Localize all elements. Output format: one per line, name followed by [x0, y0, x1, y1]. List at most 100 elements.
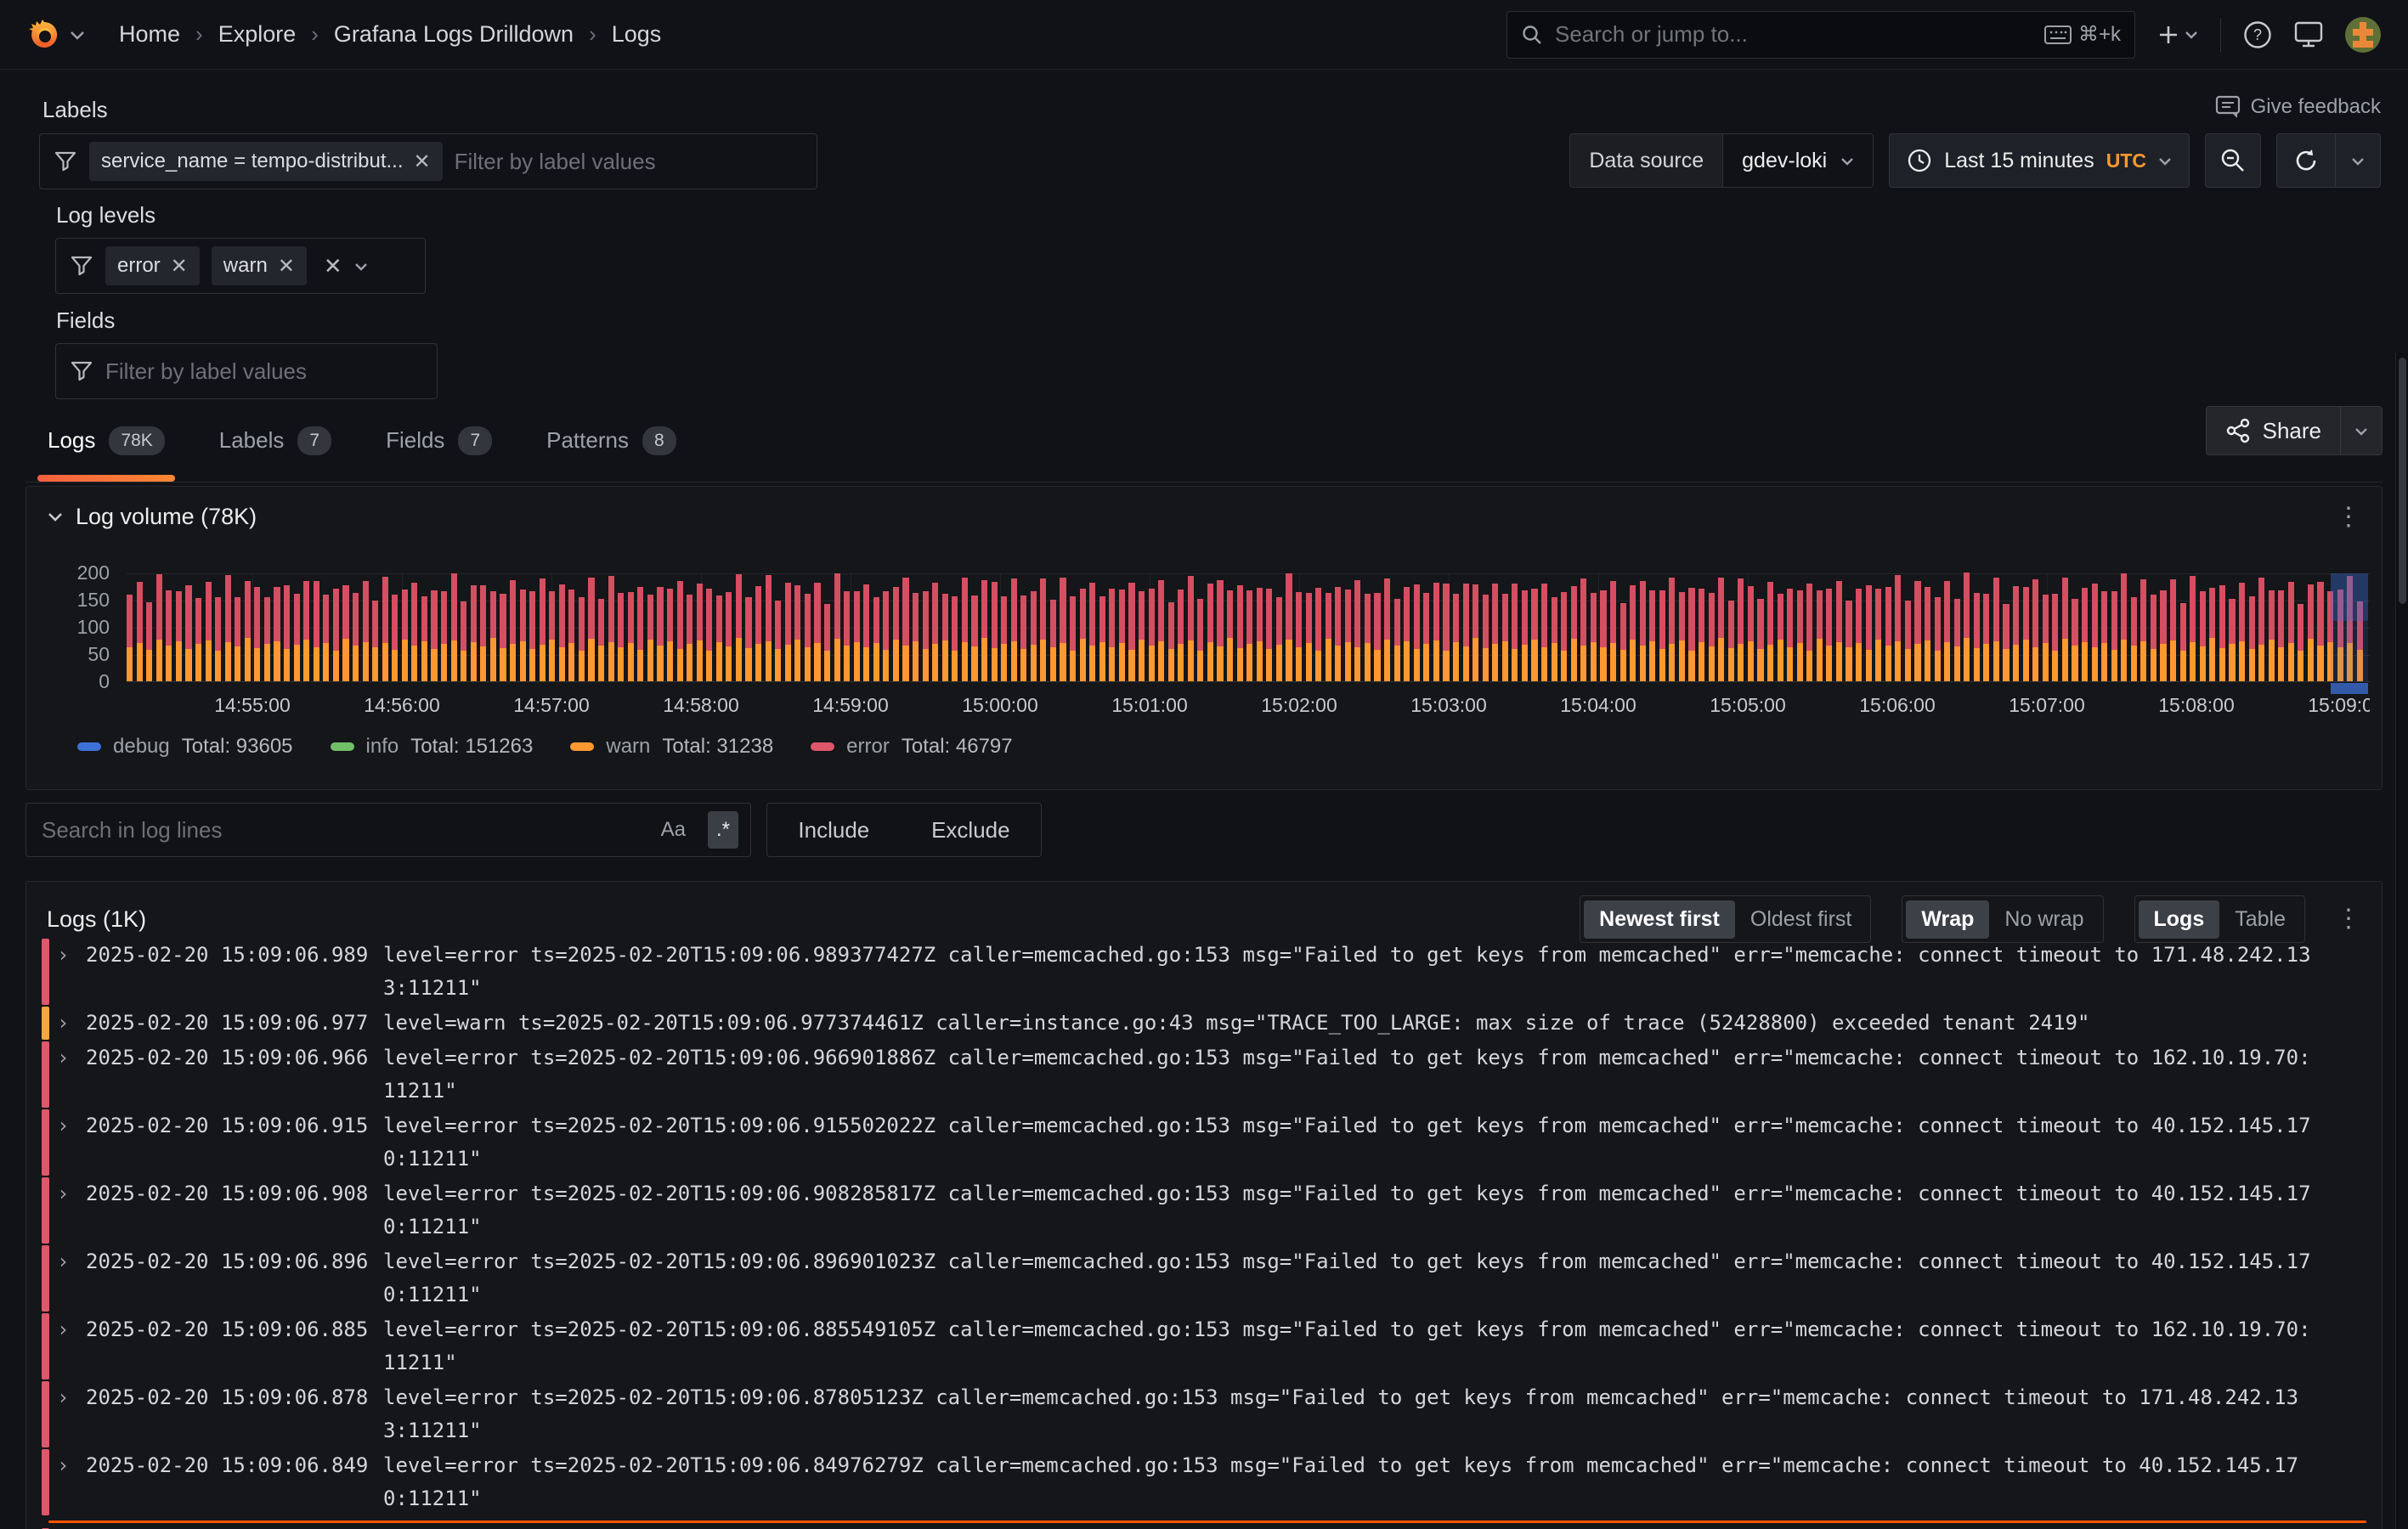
- log-volume-bar[interactable]: [2239, 583, 2245, 681]
- log-volume-bar[interactable]: [1993, 578, 1999, 681]
- log-volume-bar[interactable]: [687, 595, 692, 681]
- log-volume-bar[interactable]: [942, 594, 948, 681]
- log-volume-bar[interactable]: [1128, 583, 1134, 681]
- log-volume-bar[interactable]: [1738, 578, 1744, 681]
- expand-row-chevron-icon[interactable]: ›: [57, 939, 86, 1005]
- log-volume-bar[interactable]: [1414, 584, 1420, 681]
- log-row[interactable]: ›2025-02-20 15:09:06.849level=error ts=2…: [42, 1448, 2373, 1516]
- log-volume-bar[interactable]: [1306, 593, 1312, 681]
- log-volume-bar[interactable]: [1237, 585, 1243, 681]
- log-volume-bar[interactable]: [146, 602, 152, 681]
- logs-panel-menu-icon[interactable]: ⋮: [2336, 911, 2361, 928]
- log-volume-bar[interactable]: [363, 581, 369, 681]
- regex-button[interactable]: .*: [708, 811, 738, 849]
- log-volume-bar[interactable]: [1709, 593, 1715, 681]
- log-volume-bar[interactable]: [1630, 585, 1636, 681]
- log-volume-bar[interactable]: [1197, 599, 1203, 681]
- log-volume-bar[interactable]: [323, 595, 329, 681]
- log-volume-bar[interactable]: [441, 591, 447, 681]
- log-volume-bar[interactable]: [2013, 586, 2019, 681]
- log-volume-bar[interactable]: [1620, 603, 1626, 681]
- log-volume-bar[interactable]: [1914, 581, 1920, 681]
- log-volume-bar[interactable]: [1217, 580, 1223, 681]
- log-volume-bar[interactable]: [706, 589, 712, 681]
- log-volume-bar[interactable]: [1905, 601, 1911, 681]
- log-volume-bar[interactable]: [1119, 590, 1125, 681]
- log-volume-bar[interactable]: [1188, 576, 1194, 681]
- log-row[interactable]: ›2025-02-20 15:09:06.915level=error ts=2…: [42, 1109, 2373, 1176]
- breadcrumb-item[interactable]: Logs: [612, 21, 662, 48]
- log-volume-bar[interactable]: [1580, 578, 1586, 681]
- tab-fields[interactable]: Fields7: [386, 418, 492, 482]
- log-volume-bar[interactable]: [1640, 581, 1646, 681]
- log-volume-bar[interactable]: [510, 580, 516, 681]
- log-volume-bar[interactable]: [2288, 582, 2294, 681]
- log-volume-bar[interactable]: [176, 591, 182, 681]
- log-volume-bar[interactable]: [824, 604, 830, 682]
- log-volume-bar[interactable]: [2052, 594, 2058, 681]
- log-row[interactable]: ›2025-02-20 15:09:06.966level=error ts=2…: [42, 1041, 2373, 1109]
- log-volume-bar[interactable]: [1492, 584, 1498, 681]
- log-volume-bar[interactable]: [333, 589, 339, 681]
- avatar[interactable]: [2345, 17, 2381, 53]
- log-volume-bar[interactable]: [1983, 594, 1989, 681]
- log-volume-bar[interactable]: [1944, 581, 1950, 681]
- log-volume-bar[interactable]: [195, 598, 201, 681]
- log-volume-bar[interactable]: [1453, 594, 1459, 681]
- log-volume-bar[interactable]: [314, 581, 319, 681]
- log-volume-bar[interactable]: [1326, 593, 1331, 681]
- log-volume-bar[interactable]: [637, 587, 643, 681]
- log-volume-bar[interactable]: [2062, 578, 2068, 681]
- log-volume-bar[interactable]: [500, 594, 506, 681]
- log-volume-bar[interactable]: [1679, 592, 1685, 681]
- labels-filter-input[interactable]: service_name = tempo-distribut... ✕ Filt…: [39, 133, 817, 189]
- log-volume-bar[interactable]: [2209, 588, 2215, 681]
- log-volume-bar[interactable]: [1512, 584, 1518, 681]
- log-volume-bar[interactable]: [185, 585, 191, 681]
- log-row[interactable]: ›2025-02-20 15:09:06.977level=warn ts=20…: [42, 1006, 2373, 1041]
- log-volume-bar[interactable]: [1688, 588, 1694, 681]
- log-volume-bar[interactable]: [127, 595, 133, 681]
- log-volume-bar[interactable]: [677, 581, 683, 681]
- fields-filter-input[interactable]: Filter by label values: [55, 343, 438, 399]
- log-volume-bar[interactable]: [2111, 591, 2117, 681]
- log-volume-bar[interactable]: [1895, 575, 1901, 681]
- collapse-chevron-icon[interactable]: [47, 511, 64, 522]
- log-volume-bar[interactable]: [1600, 590, 1606, 681]
- log-volume-bar[interactable]: [962, 578, 968, 681]
- log-volume-bar[interactable]: [1757, 599, 1763, 681]
- expand-row-chevron-icon[interactable]: ›: [57, 1109, 86, 1176]
- log-volume-bar[interactable]: [1149, 589, 1155, 681]
- log-volume-bar[interactable]: [588, 578, 594, 681]
- log-volume-bar[interactable]: [1659, 590, 1665, 681]
- sort-option-oldest-first[interactable]: Oldest first: [1735, 900, 1867, 939]
- log-volume-bar[interactable]: [245, 581, 251, 681]
- log-volume-bar[interactable]: [402, 590, 408, 681]
- log-volume-bar[interactable]: [1718, 578, 1724, 681]
- log-volume-bar[interactable]: [932, 583, 938, 681]
- log-volume-bar[interactable]: [844, 591, 850, 681]
- log-volume-bar[interactable]: [1365, 594, 1371, 681]
- log-volume-bar[interactable]: [1561, 592, 1567, 681]
- log-volume-bar[interactable]: [303, 581, 309, 681]
- log-volume-bar[interactable]: [1541, 584, 1547, 681]
- log-volume-bar[interactable]: [1257, 588, 1263, 681]
- log-volume-bar[interactable]: [254, 587, 260, 681]
- log-volume-bar[interactable]: [1866, 585, 1872, 681]
- page-scrollbar[interactable]: [2395, 353, 2408, 1529]
- log-volume-bar[interactable]: [1246, 590, 1252, 681]
- log-volume-bar[interactable]: [2269, 590, 2275, 681]
- log-search-input[interactable]: Search in log lines Aa .*: [25, 803, 751, 857]
- log-volume-bar[interactable]: [215, 597, 221, 681]
- log-volume-bar[interactable]: [1699, 589, 1704, 681]
- remove-level-filter-icon[interactable]: ✕: [278, 254, 295, 279]
- exclude-button[interactable]: Exclude: [931, 817, 1010, 843]
- log-volume-bar[interactable]: [2003, 604, 2009, 682]
- log-volume-bar[interactable]: [883, 591, 889, 681]
- log-volume-bar[interactable]: [529, 591, 535, 681]
- log-volume-bar[interactable]: [1669, 578, 1675, 681]
- add-new-button[interactable]: [2157, 24, 2198, 46]
- log-volume-bar[interactable]: [1443, 584, 1449, 681]
- log-volume-bar[interactable]: [618, 593, 624, 681]
- log-volume-bar[interactable]: [1610, 581, 1616, 681]
